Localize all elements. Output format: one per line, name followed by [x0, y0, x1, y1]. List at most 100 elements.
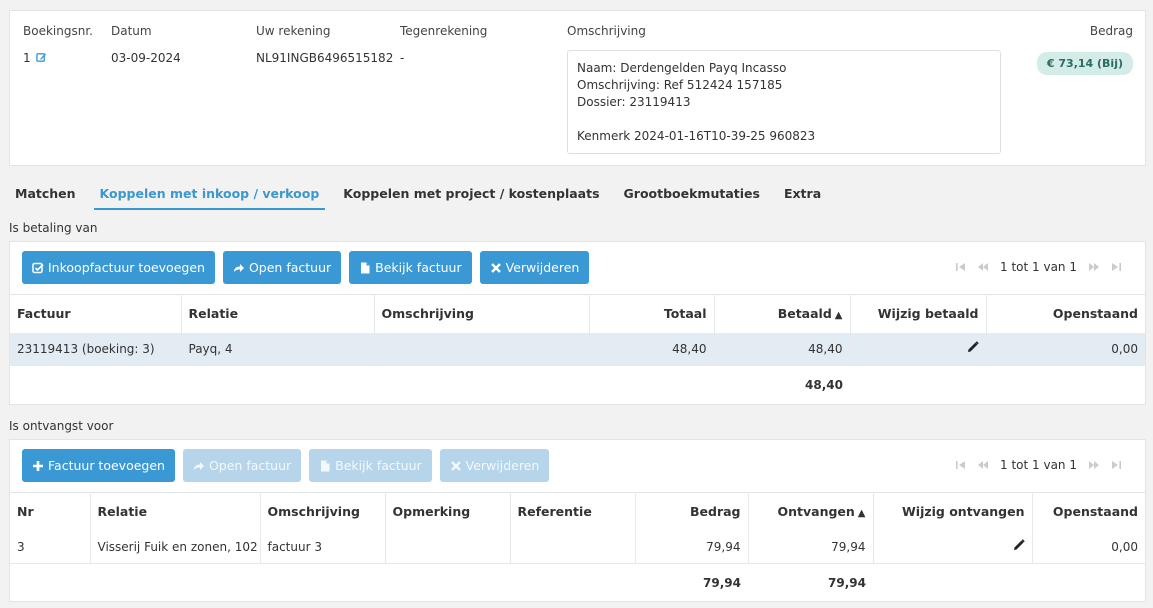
share-icon [233, 263, 244, 272]
prev-page-icon[interactable] [978, 262, 989, 272]
add-invoice-label: Factuur toevoegen [48, 458, 165, 473]
cell-outstanding: 0,00 [1111, 539, 1138, 554]
account-label: Uw rekening [256, 24, 331, 38]
column-header-factuur[interactable]: Factuur [10, 294, 182, 333]
total-amount: 79,94 [635, 563, 748, 602]
tab-koppelen-inkoop-verkoop[interactable]: Koppelen met inkoop / verkoop [93, 178, 326, 210]
view-invoice-label: Bekijk factuur [335, 458, 422, 473]
cell-relation: Payq, 4 [181, 332, 375, 366]
table-header-row: Nr Relatie Omschrijving Opmerking Refere… [10, 492, 1145, 531]
file-icon [321, 460, 330, 471]
view-invoice-button[interactable]: Bekijk factuur [349, 251, 472, 284]
description-line [577, 111, 991, 128]
table-row[interactable]: 23119413 (boeking: 3) Payq, 4 48,40 48,4… [10, 332, 1145, 366]
tab-koppelen-project[interactable]: Koppelen met project / kostenplaats [337, 178, 605, 210]
column-header-opmerking[interactable]: Opmerking [385, 492, 511, 531]
pager-text: 1 tot 1 van 1 [1000, 458, 1077, 472]
amount-badge: € 73,14 (Bij) [1036, 52, 1133, 75]
receipt-pager: 1 tot 1 van 1 [950, 458, 1127, 472]
cell-received: 79,94 [748, 530, 874, 564]
last-page-icon[interactable] [1111, 460, 1121, 470]
receipt-table: Nr Relatie Omschrijving Opmerking Refere… [10, 492, 1145, 602]
remove-button-disabled[interactable]: Verwijderen [439, 449, 550, 482]
open-invoice-button-disabled[interactable]: Open factuur [182, 449, 302, 482]
column-header-relatie[interactable]: Relatie [90, 492, 261, 531]
remove-label: Verwijderen [465, 458, 540, 473]
cell-remark [385, 530, 511, 564]
first-page-icon[interactable] [956, 460, 966, 470]
receipt-toolbar: Factuur toevoegen Open factuur Bekijk fa… [22, 449, 557, 482]
payment-table: Factuur Relatie Omschrijving Totaal Beta… [10, 294, 1145, 404]
first-page-icon[interactable] [956, 262, 966, 272]
next-page-icon[interactable] [1089, 262, 1099, 272]
pager-text: 1 tot 1 van 1 [1000, 260, 1077, 274]
sort-asc-icon: ▲ [834, 310, 843, 322]
view-invoice-button-disabled[interactable]: Bekijk factuur [309, 449, 432, 482]
cell-nr: 3 [10, 530, 91, 564]
share-icon [193, 461, 204, 470]
cell-relation: Visserij Fuik en zonen, 102 [90, 530, 261, 564]
total-received: 79,94 [748, 563, 873, 602]
column-header-omschrijving[interactable]: Omschrijving [260, 492, 386, 531]
plus-icon [33, 460, 43, 471]
column-header-referentie[interactable]: Referentie [510, 492, 636, 531]
booking-nr: 1 [23, 51, 47, 65]
column-header-openstaand[interactable]: Openstaand [986, 294, 1145, 333]
column-header-nr[interactable]: Nr [10, 492, 91, 531]
pencil-icon[interactable] [1013, 539, 1025, 551]
column-header-bedrag[interactable]: Bedrag [635, 492, 749, 531]
table-header-row: Factuur Relatie Omschrijving Totaal Beta… [10, 294, 1145, 333]
last-page-icon[interactable] [1111, 262, 1121, 272]
totals-row: 48,40 [10, 365, 1145, 404]
remove-button[interactable]: Verwijderen [479, 251, 590, 284]
description-line: Kenmerk 2024-01-16T10-39-25 960823 [577, 129, 816, 143]
file-icon [361, 262, 370, 273]
close-icon [490, 262, 501, 273]
booking-nr-label: Boekingsnr. [23, 24, 93, 38]
column-header-wijzig-ontvangen[interactable]: Wijzig ontvangen [873, 492, 1033, 531]
counter-account-value: - [400, 51, 405, 65]
cell-description: factuur 3 [260, 530, 386, 564]
column-header-ontvangen[interactable]: Ontvangen ▲ [748, 492, 874, 531]
booking-nr-value: 1 [23, 51, 31, 65]
payment-pager: 1 tot 1 van 1 [950, 260, 1127, 274]
add-invoice-button[interactable]: Factuur toevoegen [22, 449, 175, 482]
description-label: Omschrijving [567, 24, 646, 38]
date-label: Datum [111, 24, 152, 38]
open-invoice-button[interactable]: Open factuur [222, 251, 342, 284]
prev-page-icon[interactable] [978, 460, 989, 470]
table-row[interactable]: 3 Visserij Fuik en zonen, 102 factuur 3 … [10, 530, 1145, 564]
tab-grootboekmutaties[interactable]: Grootboekmutaties [618, 178, 766, 210]
payment-section-title: Is betaling van [9, 221, 98, 235]
payment-toolbar: Inkoopfactuur toevoegen Open factuur Bek… [22, 251, 597, 284]
cell-outstanding: 0,00 [986, 332, 1145, 366]
column-header-relatie[interactable]: Relatie [181, 294, 375, 333]
description-box: Naam: Derdengelden Payq Incasso Omschrij… [567, 50, 1001, 154]
cell-invoice: 23119413 (boeking: 3) [10, 332, 182, 366]
add-purchase-invoice-button[interactable]: Inkoopfactuur toevoegen [22, 251, 215, 284]
date-value: 03-09-2024 [111, 51, 181, 65]
next-page-icon[interactable] [1089, 460, 1099, 470]
cell-amount: 79,94 [635, 530, 749, 564]
receipt-section-title: Is ontvangst voor [9, 419, 114, 433]
open-invoice-label: Open factuur [248, 260, 332, 275]
add-purchase-invoice-label: Inkoopfactuur toevoegen [48, 260, 205, 275]
tab-extra[interactable]: Extra [778, 178, 827, 210]
view-invoice-label: Bekijk factuur [375, 260, 462, 275]
description-line: Omschrijving: Ref 512424 157185 [577, 78, 783, 92]
description-line: Dossier: 23119413 [577, 95, 691, 109]
tab-matchen[interactable]: Matchen [9, 178, 82, 210]
column-header-wijzig-betaald[interactable]: Wijzig betaald [850, 294, 987, 333]
column-header-betaald[interactable]: Betaald ▲ [714, 294, 851, 333]
column-header-openstaand[interactable]: Openstaand [1032, 492, 1145, 531]
cell-description [374, 332, 590, 366]
remove-label: Verwijderen [505, 260, 580, 275]
tab-bar: Matchen Koppelen met inkoop / verkoop Ko… [9, 178, 839, 210]
cell-paid: 48,40 [714, 332, 851, 366]
pencil-icon[interactable] [967, 341, 979, 353]
transaction-header: Boekingsnr. Datum Uw rekening Tegenreken… [9, 10, 1146, 166]
edit-icon[interactable] [35, 52, 47, 63]
open-invoice-label: Open factuur [208, 458, 292, 473]
column-header-omschrijving[interactable]: Omschrijving [374, 294, 590, 333]
column-header-totaal[interactable]: Totaal [589, 294, 715, 333]
